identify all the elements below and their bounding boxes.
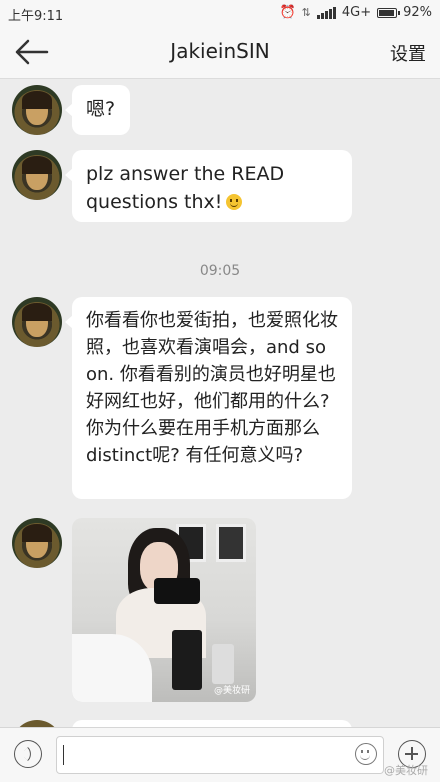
photo-phone xyxy=(154,578,200,604)
chat-title: JakieinSIN xyxy=(170,39,270,63)
battery-percent: 92% xyxy=(403,5,432,20)
avatar[interactable] xyxy=(12,85,62,135)
chat-area[interactable]: 嗯? plz answer the READ questions thx! 09… xyxy=(0,79,440,727)
settings-button[interactable]: 设置 xyxy=(390,40,426,66)
watermark: @美妆研 xyxy=(384,764,428,777)
signal-icon xyxy=(316,6,336,19)
voice-icon[interactable] xyxy=(14,740,42,768)
avatar[interactable] xyxy=(12,720,62,727)
message-bubble[interactable] xyxy=(72,720,352,727)
text-caret xyxy=(63,745,64,765)
message-text: 嗯? xyxy=(86,98,116,120)
status-icons: ⏰ ⇅ 4G+ 92% xyxy=(279,5,432,20)
wall-frame xyxy=(216,524,246,562)
avatar[interactable] xyxy=(12,297,62,347)
status-bar: 上午9:11 ⏰ ⇅ 4G+ 92% xyxy=(0,0,440,26)
emoji-icon[interactable] xyxy=(355,743,377,765)
status-time: 上午9:11 xyxy=(8,9,64,24)
vibrate-icon: ⇅ xyxy=(301,6,311,19)
image-message[interactable]: @美妆研 xyxy=(72,518,256,702)
message-bubble[interactable]: plz answer the READ questions thx! xyxy=(65,150,352,222)
photo-cup xyxy=(212,644,234,684)
smile-emoji-icon xyxy=(226,194,243,210)
avatar[interactable] xyxy=(12,150,62,200)
network-type: 4G+ xyxy=(341,5,372,20)
image-watermark: @美妆研 xyxy=(213,686,250,696)
timestamp: 09:05 xyxy=(199,263,241,279)
battery-icon xyxy=(377,7,401,18)
message-text: plz answer the READ questions thx! xyxy=(86,163,285,213)
input-bar xyxy=(0,727,440,782)
avatar[interactable] xyxy=(12,518,62,568)
message-text: 你看看你也爱街拍，也爱照化妆照，也喜欢看演唱会，and so on. 你看看别的… xyxy=(86,310,338,466)
chat-header: JakieinSIN 设置 xyxy=(0,26,440,79)
alarm-icon: ⏰ xyxy=(279,5,296,20)
message-input[interactable] xyxy=(56,736,384,774)
message-bubble[interactable]: 你看看你也爱街拍，也爱照化妆照，也喜欢看演唱会，and so on. 你看看别的… xyxy=(65,297,352,499)
message-bubble[interactable]: 嗯? xyxy=(65,85,130,135)
photo-bottle xyxy=(172,630,202,690)
